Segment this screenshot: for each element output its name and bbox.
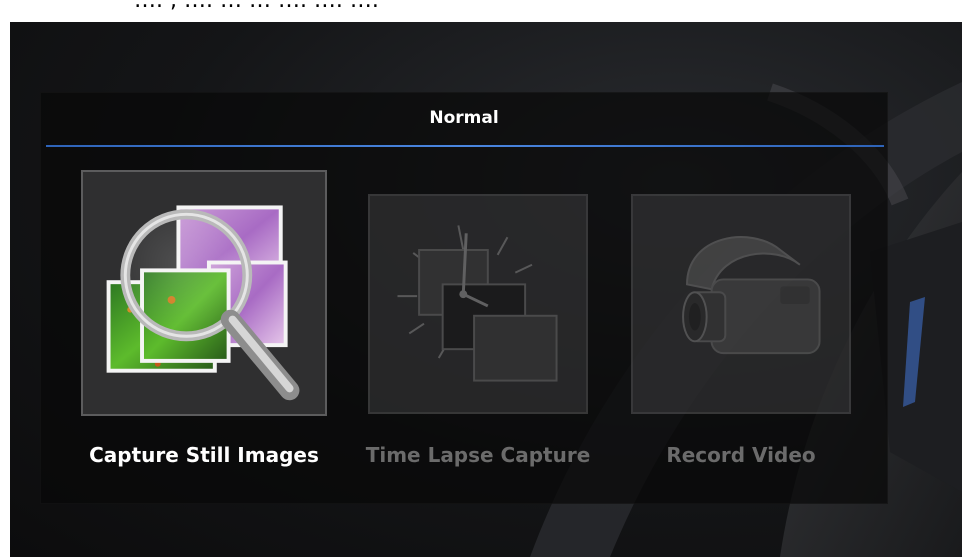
- title-underline: [46, 145, 884, 147]
- top-caption-fragment: …. , …. … … …. …. ….: [0, 0, 962, 22]
- record-video-button[interactable]: [631, 194, 851, 414]
- magnifier-over-micrographs-icon: [106, 205, 300, 401]
- clock-over-frames-icon: [397, 225, 558, 382]
- record-video-label[interactable]: Record Video: [631, 443, 851, 467]
- time-lapse-capture-button[interactable]: [368, 194, 588, 414]
- capture-still-images-label[interactable]: Capture Still Images: [81, 443, 327, 467]
- capture-mode-panel: Normal Capture Still Images Time Lapse C…: [40, 92, 888, 504]
- time-lapse-capture-label[interactable]: Time Lapse Capture: [351, 443, 605, 467]
- top-caption-text: …. , …. … … …. …. ….: [134, 0, 379, 13]
- mode-title: Normal: [429, 108, 499, 128]
- video-camera-icon: [682, 236, 821, 355]
- capture-mode-window: Normal Capture Still Images Time Lapse C…: [10, 22, 962, 557]
- capture-still-images-button[interactable]: [81, 170, 327, 416]
